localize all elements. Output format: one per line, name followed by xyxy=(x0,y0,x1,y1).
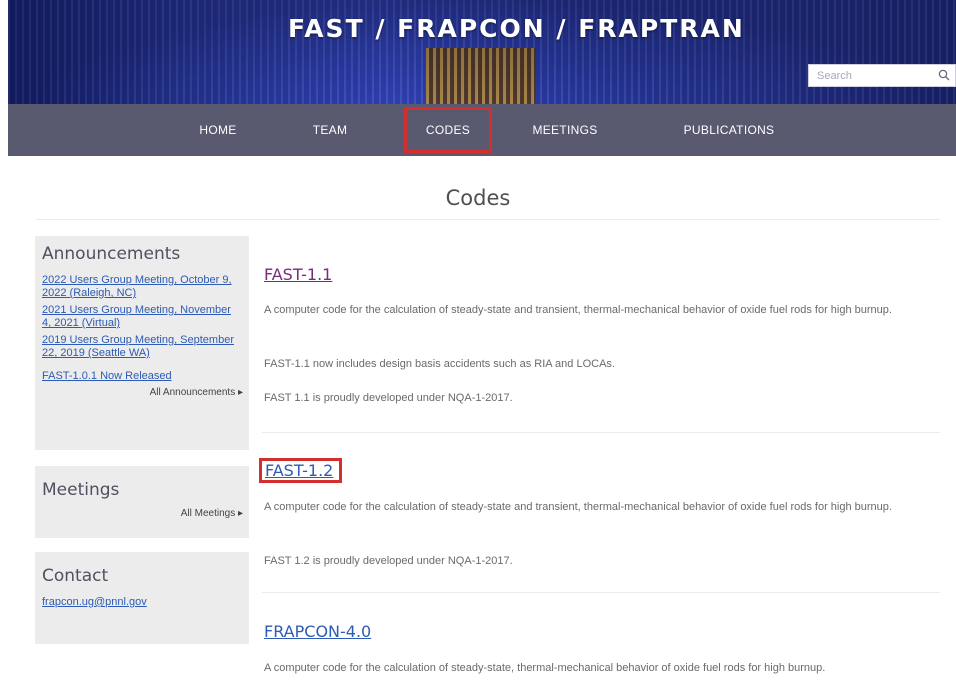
code-title-frapcon-4-0[interactable]: FRAPCON-4.0 xyxy=(264,622,371,641)
code-title-fast-1-2[interactable]: FAST-1.2 xyxy=(259,458,343,483)
code-note: FAST-1.1 now includes design basis accid… xyxy=(264,358,615,370)
list-item: FAST-1.0.1 Now Released xyxy=(42,364,243,383)
announcement-link-2022[interactable]: 2022 Users Group Meeting, October 9, 202… xyxy=(42,274,243,300)
meetings-heading: Meetings xyxy=(42,480,120,500)
page-title: Codes xyxy=(445,186,511,210)
title-divider xyxy=(36,219,940,220)
nav-meetings[interactable]: MEETINGS xyxy=(520,104,610,156)
section-divider xyxy=(262,432,940,433)
code-title-fast-1-1[interactable]: FAST-1.1 xyxy=(264,265,332,284)
code-compliance: FAST 1.2 is proudly developed under NQA-… xyxy=(264,555,513,567)
nav-codes[interactable]: CODES xyxy=(404,107,492,153)
nav-home[interactable]: HOME xyxy=(188,104,248,156)
search-icon[interactable] xyxy=(938,69,950,81)
search-box xyxy=(808,64,956,87)
code-description: A computer code for the calculation of s… xyxy=(264,501,892,513)
all-meetings-link[interactable]: All Meetings ▸ xyxy=(42,508,243,519)
list-item: 2021 Users Group Meeting, November 4, 20… xyxy=(42,304,243,330)
announcement-link-2019[interactable]: 2019 Users Group Meeting, September 22, … xyxy=(42,334,243,360)
code-description: A computer code for the calculation of s… xyxy=(264,662,826,674)
nav-team[interactable]: TEAM xyxy=(300,104,360,156)
code-compliance: FAST 1.1 is proudly developed under NQA-… xyxy=(264,392,513,404)
announcements-heading: Announcements xyxy=(42,244,181,264)
list-item: 2019 Users Group Meeting, September 22, … xyxy=(42,334,243,360)
search-input[interactable] xyxy=(809,65,935,86)
announcements-list: 2022 Users Group Meeting, October 9, 202… xyxy=(42,274,243,383)
announcements-panel: Announcements 2022 Users Group Meeting, … xyxy=(35,236,249,450)
site-title[interactable]: FAST / FRAPCON / FRAPTRAN xyxy=(288,14,745,43)
contact-panel: Contact frapcon.ug@pnnl.gov xyxy=(35,552,249,644)
code-description: A computer code for the calculation of s… xyxy=(264,304,892,316)
header-banner: FAST / FRAPCON / FRAPTRAN xyxy=(8,0,956,104)
section-divider xyxy=(262,592,940,593)
contact-heading: Contact xyxy=(42,566,109,586)
announcement-link-2021[interactable]: 2021 Users Group Meeting, November 4, 20… xyxy=(42,304,243,330)
list-item: 2022 Users Group Meeting, October 9, 202… xyxy=(42,274,243,300)
announcement-link-fast-101[interactable]: FAST-1.0.1 Now Released xyxy=(42,370,172,383)
meetings-panel: Meetings All Meetings ▸ xyxy=(35,466,249,538)
contact-email-link[interactable]: frapcon.ug@pnnl.gov xyxy=(42,596,147,608)
all-announcements-link[interactable]: All Announcements ▸ xyxy=(42,387,243,398)
nav-publications[interactable]: PUBLICATIONS xyxy=(664,104,794,156)
main-nav: HOME TEAM CODES MEETINGS PUBLICATIONS xyxy=(8,104,956,156)
